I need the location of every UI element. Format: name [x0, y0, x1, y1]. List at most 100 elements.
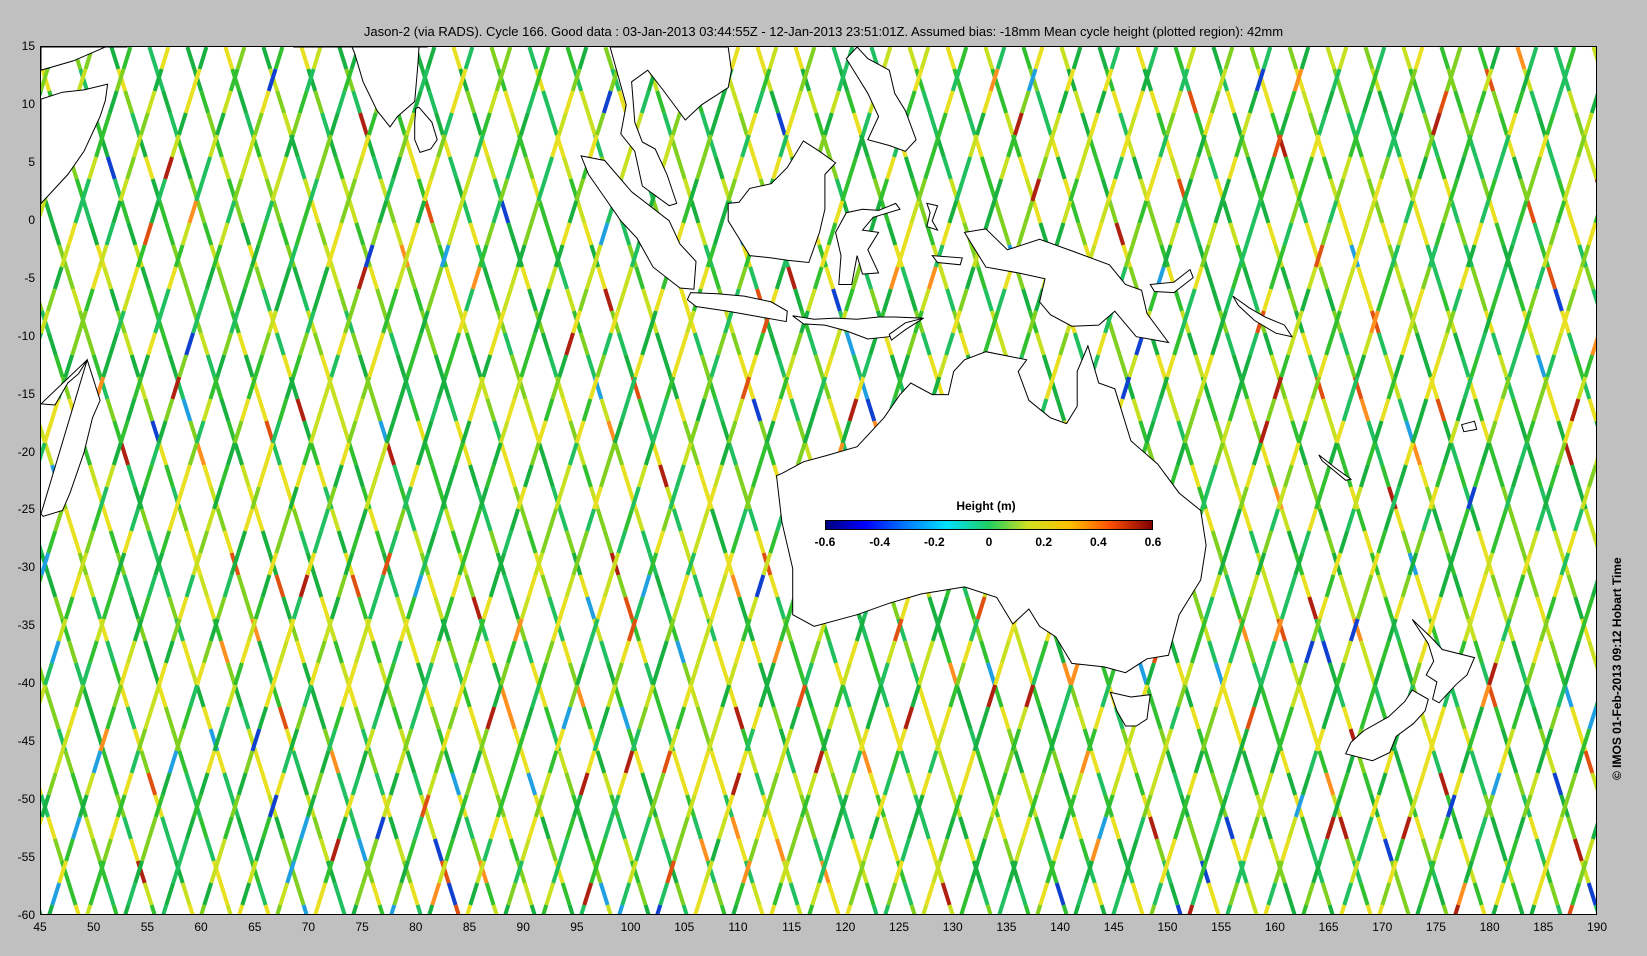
- track-segment: [1431, 596, 1443, 620]
- track-segment: [616, 332, 628, 356]
- track-segment: [1584, 266, 1596, 290]
- track-segment: [299, 288, 310, 312]
- track-segment: [716, 574, 728, 598]
- track-segment: [671, 354, 683, 378]
- track-segment: [716, 530, 728, 554]
- lat-tick-label: -30: [17, 560, 35, 575]
- lon-tick-label: 100: [620, 920, 641, 934]
- track-segment: [1510, 464, 1522, 488]
- track-segment: [1421, 508, 1433, 532]
- track-segment: [1193, 750, 1205, 774]
- track-segment: [312, 816, 323, 840]
- track-segment: [776, 112, 787, 136]
- track-segment: [1128, 838, 1139, 862]
- track-segment: [374, 332, 386, 356]
- track-segment: [312, 574, 324, 598]
- track-segment: [63, 596, 75, 620]
- track-segment: [1169, 640, 1180, 664]
- track-segment: [1338, 332, 1350, 356]
- track-segment: [602, 530, 614, 554]
- track-segment: [101, 750, 113, 774]
- track-segment: [206, 112, 217, 136]
- track-segment: [1279, 750, 1291, 774]
- track-segment: [1476, 816, 1488, 840]
- track-segment: [1459, 750, 1471, 774]
- track-segment: [1439, 288, 1450, 312]
- track-segment: [388, 574, 400, 598]
- track-segment: [1517, 904, 1525, 914]
- track-segment: [1003, 750, 1015, 774]
- track-segment: [1469, 354, 1481, 378]
- track-segment: [1035, 90, 1047, 114]
- track-segment: [1266, 882, 1278, 906]
- track-segment: [1096, 332, 1108, 356]
- track-segment: [768, 772, 780, 796]
- track-segment: [1397, 156, 1409, 180]
- track-segment: [125, 706, 137, 730]
- track-segment: [1418, 222, 1430, 246]
- track-segment: [177, 508, 189, 532]
- track-segment: [139, 750, 151, 774]
- lon-tick-label: 95: [570, 920, 584, 934]
- track-segment: [426, 574, 438, 598]
- track-segment: [1058, 772, 1070, 796]
- track-segment: [975, 750, 987, 774]
- track-segment: [1183, 442, 1195, 466]
- track-segment: [46, 574, 58, 598]
- track-segment: [692, 816, 703, 840]
- track-segment: [802, 420, 814, 444]
- track-segment: [903, 706, 915, 730]
- track-segment: [101, 508, 113, 532]
- track-segment: [657, 398, 669, 422]
- track-segment: [1270, 112, 1281, 136]
- track-segment: [1431, 508, 1443, 532]
- track-segment: [1434, 882, 1446, 906]
- track-segment: [658, 464, 669, 488]
- track-segment: [84, 332, 96, 356]
- track-segment: [719, 662, 731, 686]
- track-segment: [426, 772, 438, 796]
- track-segment: [1570, 882, 1582, 906]
- track-segment: [1344, 838, 1356, 862]
- track-segment: [696, 464, 707, 488]
- track-segment: [575, 662, 586, 686]
- track-segment: [731, 904, 739, 914]
- track-segment: [291, 354, 303, 378]
- track-segment: [1016, 882, 1028, 906]
- track-segment: [871, 662, 883, 686]
- track-segment: [330, 266, 342, 290]
- lat-tick-label: 0: [28, 212, 35, 227]
- lat-tick-label: -5: [24, 270, 35, 285]
- track-segment: [443, 596, 455, 620]
- track-segment: [254, 266, 266, 290]
- track-segment: [333, 640, 344, 664]
- track-segment: [480, 112, 492, 136]
- track-segment: [1475, 90, 1487, 114]
- track-segment: [522, 464, 534, 488]
- track-segment: [543, 706, 555, 730]
- track-segment: [1362, 332, 1374, 356]
- track-segment: [1251, 904, 1259, 914]
- track-segment: [865, 706, 877, 730]
- track-segment: [1306, 838, 1318, 862]
- track-segment: [270, 178, 282, 202]
- track-segment: [546, 838, 558, 862]
- track-segment: [719, 904, 727, 914]
- track-segment: [1147, 47, 1159, 70]
- track-segment: [1362, 574, 1374, 598]
- track-segment: [833, 662, 845, 686]
- track-segment: [993, 662, 1004, 686]
- track-segment: [278, 222, 290, 246]
- track-segment: [1190, 464, 1201, 488]
- track-segment: [768, 530, 780, 554]
- track-segment: [981, 90, 993, 114]
- track-segment: [640, 772, 652, 796]
- track-segment: [394, 838, 406, 862]
- track-segment: [730, 574, 742, 598]
- track-segment: [582, 882, 594, 906]
- track-segment: [1117, 750, 1129, 774]
- track-segment: [1185, 288, 1197, 312]
- track-segment: [49, 706, 61, 730]
- track-segment: [1221, 200, 1233, 224]
- track-segment: [1324, 530, 1336, 554]
